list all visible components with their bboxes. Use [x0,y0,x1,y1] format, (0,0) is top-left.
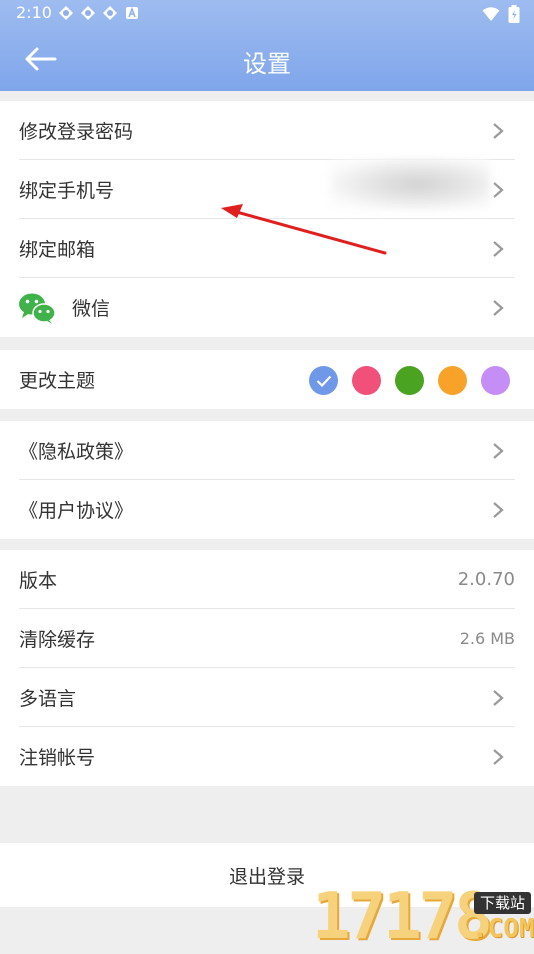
privacy-policy-row[interactable]: 《隐私政策》 [0,421,534,480]
theme-swatch-pink[interactable] [352,366,381,395]
policy-group: 《隐私政策》 《用户协议》 [0,421,534,539]
user-agreement-row[interactable]: 《用户协议》 [0,480,534,539]
wechat-row[interactable]: 微信 [0,278,534,337]
chevron-right-icon [493,443,504,459]
watermark-badge: 下载站 [474,892,532,914]
privacy-policy-label: 《隐私政策》 [19,441,134,463]
bind-phone-label: 绑定手机号 [19,180,115,202]
status-bar: 2:10 [0,0,534,28]
status-time: 2:10 [16,3,52,22]
site-watermark-logo: 17178 下载站 .COM [310,884,534,950]
version-value: 2.0.70 [457,569,515,590]
wechat-label: 微信 [72,298,111,320]
chevron-right-icon [493,749,504,765]
wifi-icon [482,7,500,21]
chevron-right-icon [493,182,504,198]
redacted-phone-number [330,158,490,210]
a-notification-icon [126,6,138,19]
theme-swatch-green[interactable] [395,366,424,395]
bind-email-label: 绑定邮箱 [19,239,96,261]
wechat-icon [19,293,56,324]
theme-swatches [309,366,510,395]
account-settings-group: 修改登录密码 绑定手机号 绑定邮箱 微信 [0,101,534,337]
chevron-right-icon [493,502,504,518]
bind-email-row[interactable]: 绑定邮箱 [0,219,534,278]
app-notification-icon [81,6,95,20]
change-password-label: 修改登录密码 [19,121,134,143]
user-agreement-label: 《用户协议》 [19,500,134,522]
clear-cache-label: 清除缓存 [19,629,96,651]
battery-icon [508,5,520,23]
theme-swatch-orange[interactable] [438,366,467,395]
theme-group: 更改主题 [0,350,534,409]
app-header: 2:10 设置 [0,0,534,91]
logout-label: 退出登录 [228,865,305,888]
version-label: 版本 [19,570,58,592]
misc-group: 版本 2.0.70 清除缓存 2.6 MB 多语言 注销帐号 [0,550,534,786]
status-right-icons [482,5,520,23]
chevron-right-icon [493,690,504,706]
watermark-digits: 17178 [312,880,493,954]
theme-swatch-blue[interactable] [309,366,338,395]
checkmark-icon [316,375,331,387]
notification-icons [58,5,140,21]
theme-swatch-purple[interactable] [481,366,510,395]
change-theme-label: 更改主题 [19,370,96,392]
version-row: 版本 2.0.70 [0,550,534,609]
chevron-right-icon [493,300,504,316]
change-theme-row: 更改主题 [0,350,534,409]
watermark-domain: .COM [472,914,534,944]
cancel-account-label: 注销帐号 [19,747,96,769]
app-notification-icon [103,6,117,20]
chevron-right-icon [493,123,504,139]
app-notification-icon [59,6,73,20]
language-row[interactable]: 多语言 [0,668,534,727]
language-label: 多语言 [19,688,77,710]
cancel-account-row[interactable]: 注销帐号 [0,727,534,786]
cache-size-value: 2.6 MB [459,629,515,648]
chevron-right-icon [493,241,504,257]
page-title: 设置 [243,50,291,78]
change-password-row[interactable]: 修改登录密码 [0,101,534,160]
clear-cache-row[interactable]: 清除缓存 2.6 MB [0,609,534,668]
